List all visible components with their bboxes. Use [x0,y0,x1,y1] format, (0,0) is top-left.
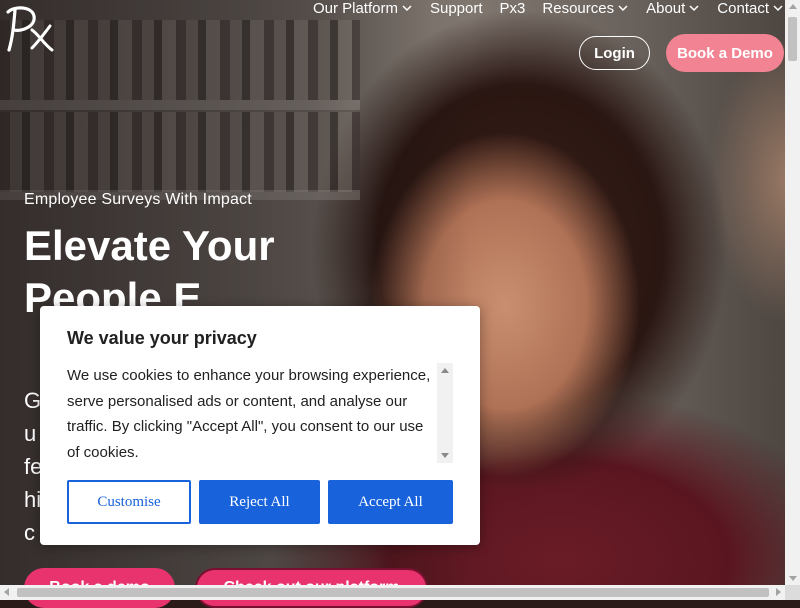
scrollbar-corner [785,585,800,600]
chevron-down-icon [689,5,699,12]
book-demo-button[interactable]: Book a Demo [666,34,784,72]
cookie-title: We value your privacy [67,328,257,348]
nav-item-our-platform[interactable]: Our Platform [313,0,413,17]
hero-eyebrow: Employee Surveys With Impact [24,191,252,208]
px-logo[interactable] [2,4,56,54]
customise-button[interactable]: Customise [67,480,191,524]
nav-item-label: Support [429,0,483,17]
nav-item-label: About [646,0,686,17]
nav-item-resources[interactable]: Resources [542,0,629,17]
nav-item-support[interactable]: Support [430,0,483,17]
nav-item-px3[interactable]: Px3 [500,0,526,17]
scroll-down-icon[interactable] [789,576,797,581]
vertical-scroll-thumb[interactable] [788,17,797,61]
horizontal-scroll-thumb[interactable] [17,588,769,597]
scroll-right-icon[interactable] [776,588,781,596]
nav-item-contact[interactable]: Contact [717,0,784,17]
chevron-down-icon [618,5,628,12]
cookie-text-scrollbar[interactable] [437,363,453,463]
accept-all-button[interactable]: Accept All [328,480,453,524]
cookie-consent-dialog: We value your privacy We use cookies to … [40,306,480,545]
scroll-left-icon[interactable] [4,588,9,596]
cookie-description: We use cookies to enhance your browsing … [67,367,431,461]
page-horizontal-scrollbar[interactable] [0,585,785,600]
reject-all-button[interactable]: Reject All [199,480,320,524]
nav-item-label: Px3 [499,0,526,17]
nav-item-label: Our Platform [312,0,398,17]
main-nav: Our Platform Support Px3 Resources About… [313,0,784,17]
chevron-down-icon [402,5,412,12]
scroll-up-icon[interactable] [789,4,797,9]
chevron-down-icon [773,5,783,12]
nav-item-about[interactable]: About [646,0,700,17]
nav-item-label: Contact [717,0,769,17]
scroll-up-icon[interactable] [441,368,449,373]
nav-item-label: Resources [542,0,615,17]
scroll-down-icon[interactable] [441,453,449,458]
page-vertical-scrollbar[interactable] [785,0,800,585]
login-button[interactable]: Login [579,36,650,70]
